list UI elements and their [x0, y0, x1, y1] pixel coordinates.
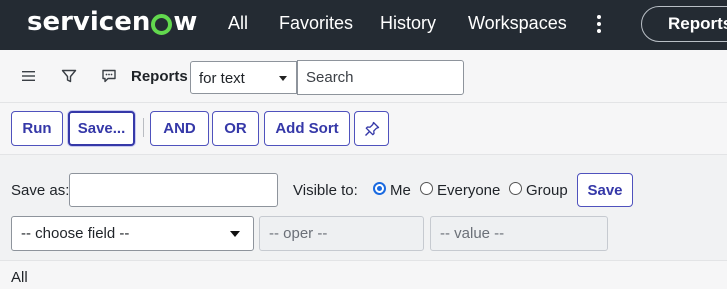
filter-funnel-icon[interactable] — [61, 69, 77, 83]
choose-field-value: -- choose field -- — [21, 225, 130, 242]
pin-filter-button[interactable] — [354, 111, 389, 146]
save-as-button[interactable]: Save... — [68, 111, 135, 146]
visible-to-label: Visible to: — [293, 182, 358, 199]
run-button[interactable]: Run — [11, 111, 63, 146]
logo-o-ring-icon — [151, 13, 173, 35]
save-as-label: Save as: — [11, 182, 70, 199]
toolbar-divider — [143, 118, 144, 137]
list-toolbar: Reports for text — [0, 50, 727, 103]
choose-field-select[interactable]: -- choose field -- — [11, 216, 254, 251]
nav-all[interactable]: All — [228, 13, 248, 34]
page-title: Reports — [131, 68, 188, 85]
pin-icon — [364, 121, 379, 136]
visibility-me-label[interactable]: Me — [390, 182, 411, 199]
chat-bubble-icon[interactable] — [101, 69, 117, 83]
operator-select[interactable]: -- oper -- — [259, 216, 424, 251]
visibility-everyone-radio[interactable] — [420, 182, 433, 195]
logo-text-end: w — [173, 7, 198, 37]
more-menu-icon[interactable] — [590, 12, 608, 36]
filter-breadcrumb-bar: All — [0, 260, 727, 289]
search-scope-select[interactable]: for text — [190, 61, 297, 94]
servicenow-logo[interactable]: servicen w — [27, 7, 197, 37]
save-filter-button[interactable]: Save — [577, 173, 633, 207]
hamburger-menu-icon[interactable] — [21, 69, 37, 83]
breadcrumb-all[interactable]: All — [11, 269, 28, 286]
nav-workspaces[interactable]: Workspaces — [468, 13, 567, 34]
operator-placeholder: -- oper -- — [269, 225, 328, 242]
chevron-down-icon — [279, 76, 287, 81]
visibility-group-label[interactable]: Group — [526, 182, 568, 199]
visibility-me-radio[interactable] — [373, 182, 386, 195]
add-sort-button[interactable]: Add Sort — [264, 111, 350, 146]
and-condition-button[interactable]: AND — [150, 111, 209, 146]
logo-text-start: servicen — [27, 7, 151, 37]
visibility-everyone-label[interactable]: Everyone — [437, 182, 500, 199]
context-pill-reports[interactable]: Reports — [641, 6, 727, 42]
nav-history[interactable]: History — [380, 13, 436, 34]
search-scope-value: for text — [199, 70, 245, 87]
top-navigation-bar: servicen w All Favorites History Workspac… — [0, 0, 727, 50]
visibility-group-radio[interactable] — [509, 182, 522, 195]
or-condition-button[interactable]: OR — [212, 111, 259, 146]
save-as-name-input[interactable] — [69, 173, 278, 207]
value-placeholder: -- value -- — [440, 225, 505, 242]
filter-action-bar: Run Save... AND OR Add Sort — [0, 103, 727, 155]
value-select[interactable]: -- value -- — [430, 216, 608, 251]
nav-favorites[interactable]: Favorites — [279, 13, 353, 34]
chevron-down-icon — [230, 231, 240, 237]
search-input[interactable] — [297, 60, 464, 95]
